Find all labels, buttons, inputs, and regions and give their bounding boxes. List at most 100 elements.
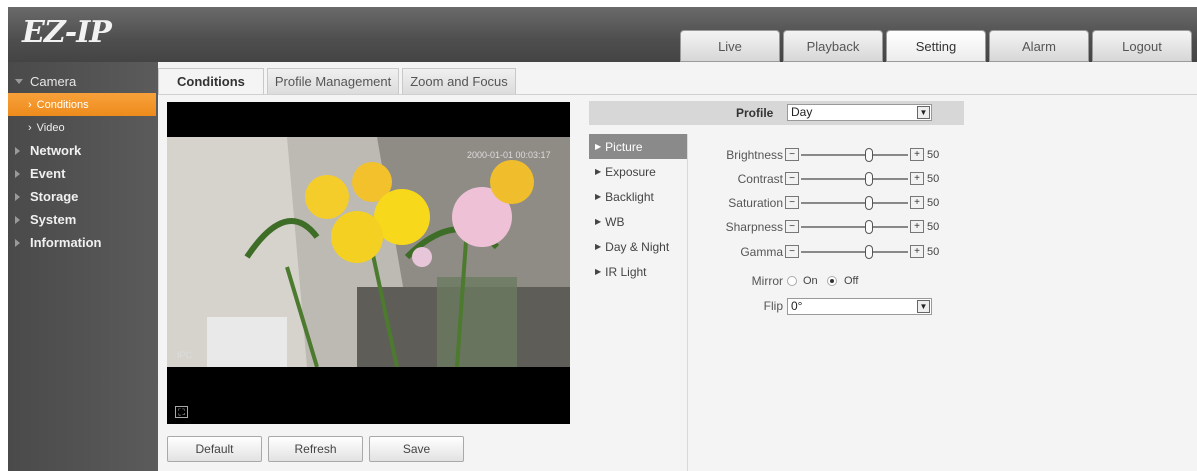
nav-logout-button[interactable]: Logout <box>1092 30 1192 62</box>
sharpness-slider-track[interactable] <box>801 226 908 228</box>
sharpness-increase-button[interactable]: + <box>910 220 924 233</box>
submenu-label: Picture <box>605 139 643 154</box>
submenu-exposure[interactable]: ▶ Exposure <box>589 159 687 184</box>
mirror-label: Mirror <box>751 274 783 288</box>
brightness-increase-button[interactable]: + <box>910 148 924 161</box>
flip-select[interactable]: 0° ▼ <box>787 298 932 315</box>
main-content: Conditions Profile Management Zoom and F… <box>158 62 1197 471</box>
sidebar-item-network[interactable]: Network <box>8 139 158 162</box>
camera-image <box>167 137 570 367</box>
tab-divider <box>158 94 1197 95</box>
tab-zoom-and-focus[interactable]: Zoom and Focus <box>402 68 516 94</box>
nav-playback-button[interactable]: Playback <box>783 30 883 62</box>
collapsed-triangle-icon <box>15 147 20 155</box>
sharpness-decrease-button[interactable]: − <box>785 220 799 233</box>
sharpness-value: 50 <box>927 221 940 233</box>
collapsed-triangle-icon <box>15 216 20 224</box>
flip-select-value: 0° <box>791 299 803 313</box>
sidebar-subitem-conditions[interactable]: › Conditions <box>8 93 156 116</box>
submenu-day-night[interactable]: ▶ Day & Night <box>589 234 687 259</box>
brightness-slider-thumb[interactable] <box>864 148 873 162</box>
sidebar-item-label: System <box>30 212 77 227</box>
sharpness-row: Sharpness − + 50 <box>689 218 949 236</box>
sidebar-subitem-label: Conditions <box>36 98 89 111</box>
brightness-slider-track[interactable] <box>801 154 908 156</box>
nav-setting-button[interactable]: Setting <box>886 30 986 62</box>
flip-row: Flip 0° ▼ <box>689 297 949 315</box>
tab-conditions[interactable]: Conditions <box>158 68 264 94</box>
sidebar-item-system[interactable]: System <box>8 208 158 231</box>
brightness-label: Brightness <box>726 148 783 162</box>
brightness-decrease-button[interactable]: − <box>785 148 799 161</box>
gamma-slider-thumb[interactable] <box>864 245 873 259</box>
submenu-backlight[interactable]: ▶ Backlight <box>589 184 687 209</box>
saturation-decrease-button[interactable]: − <box>785 196 799 209</box>
saturation-row: Saturation − + 50 <box>689 194 949 212</box>
video-timestamp: 2000-01-01 00:03:17 <box>467 150 551 160</box>
sidebar-item-label: Event <box>30 166 66 181</box>
video-preview[interactable]: 2000-01-01 00:03:17 IPC ⛶ <box>167 102 570 424</box>
submenu-picture[interactable]: ▶ Picture <box>589 134 687 159</box>
submenu-label: Exposure <box>605 164 656 179</box>
saturation-slider-thumb[interactable] <box>864 196 873 210</box>
saturation-label: Saturation <box>728 196 783 210</box>
fullscreen-icon[interactable]: ⛶ <box>175 406 188 418</box>
profile-select[interactable]: Day ▼ <box>787 104 932 121</box>
sidebar-item-storage[interactable]: Storage <box>8 185 158 208</box>
refresh-button[interactable]: Refresh <box>268 436 363 462</box>
save-button[interactable]: Save <box>369 436 464 462</box>
gamma-increase-button[interactable]: + <box>910 245 924 258</box>
sharpness-label: Sharpness <box>725 220 783 234</box>
brightness-row: Brightness − + 50 <box>689 146 949 164</box>
contrast-label: Contrast <box>737 172 783 186</box>
collapsed-triangle-icon <box>15 193 20 201</box>
sidebar: Camera › Conditions › Video Network Even… <box>8 62 158 471</box>
mirror-off-label: Off <box>844 275 859 287</box>
profile-label: Profile <box>736 106 774 120</box>
profile-bar: Profile Day ▼ <box>589 101 964 125</box>
contrast-value: 50 <box>927 173 940 185</box>
tab-bar: Conditions Profile Management Zoom and F… <box>158 68 519 94</box>
submenu-label: WB <box>605 214 625 229</box>
picture-submenu: ▶ Picture ▶ Exposure ▶ Backlight ▶ WB ▶ Day &… <box>589 134 687 284</box>
nav-alarm-button[interactable]: Alarm <box>989 30 1089 62</box>
submenu-wb[interactable]: ▶ WB <box>589 209 687 234</box>
arrow-right-icon: ▶ <box>595 267 602 276</box>
sidebar-item-label: Network <box>30 143 82 158</box>
flowers-scene-graphic <box>167 137 570 367</box>
sidebar-item-label: Camera <box>30 74 77 89</box>
sharpness-slider-thumb[interactable] <box>864 220 873 234</box>
collapsed-triangle-icon <box>15 170 20 178</box>
sidebar-subitem-video[interactable]: › Video <box>8 116 158 139</box>
submenu-label: Backlight <box>605 189 654 204</box>
sidebar-item-event[interactable]: Event <box>8 162 158 185</box>
panel-divider <box>687 134 688 471</box>
nav-live-button[interactable]: Live <box>680 30 780 62</box>
arrow-right-icon: ▶ <box>595 192 602 201</box>
contrast-increase-button[interactable]: + <box>910 172 924 185</box>
sidebar-subitem-label: Video <box>36 121 65 134</box>
chevron-right-icon: › <box>28 98 32 111</box>
chevron-right-icon: › <box>28 121 32 134</box>
contrast-slider-thumb[interactable] <box>864 172 873 186</box>
submenu-ir-light[interactable]: ▶ IR Light <box>589 259 687 284</box>
flip-label: Flip <box>763 299 783 313</box>
gamma-label: Gamma <box>740 245 783 259</box>
sidebar-item-camera[interactable]: Camera <box>8 70 158 93</box>
submenu-label: Day & Night <box>605 239 670 254</box>
sidebar-item-information[interactable]: Information <box>8 231 158 254</box>
contrast-decrease-button[interactable]: − <box>785 172 799 185</box>
sidebar-item-label: Information <box>30 235 102 250</box>
sidebar-item-label: Storage <box>30 189 79 204</box>
mirror-off-radio[interactable] <box>827 276 837 286</box>
contrast-slider-track[interactable] <box>801 178 908 180</box>
gamma-decrease-button[interactable]: − <box>785 245 799 258</box>
saturation-slider-track[interactable] <box>801 202 908 204</box>
gamma-slider-track[interactable] <box>801 251 908 253</box>
mirror-on-radio[interactable] <box>787 276 797 286</box>
default-button[interactable]: Default <box>167 436 262 462</box>
video-overlay-label: IPC <box>177 350 193 360</box>
saturation-increase-button[interactable]: + <box>910 196 924 209</box>
app-frame: EZ-IP Live Playback Setting Alarm Logout… <box>0 0 1197 471</box>
tab-profile-management[interactable]: Profile Management <box>266 68 400 94</box>
